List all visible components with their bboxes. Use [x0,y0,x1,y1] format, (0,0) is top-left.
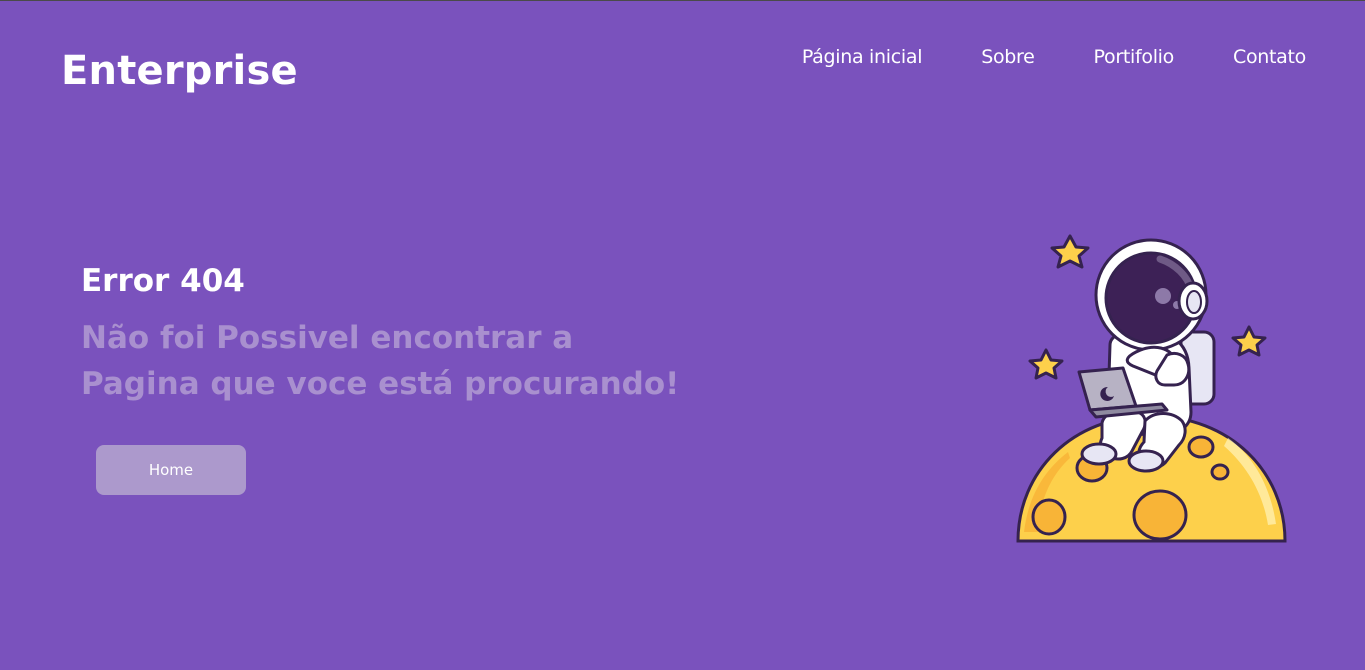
star-icon [1028,348,1064,380]
star-icon [1050,234,1090,269]
page: Enterprise Página inicial Sobre Portifol… [0,0,1365,670]
nav-link-home[interactable]: Página inicial [802,45,923,69]
error-section: Error 404 Não foi Possivel encontrar a P… [81,263,701,407]
star-icon [1231,325,1267,357]
nav-link-about[interactable]: Sobre [981,45,1035,69]
astronaut-illustration [1010,226,1295,551]
site-header: Enterprise Página inicial Sobre Portifol… [0,1,1365,121]
main-nav: Página inicial Sobre Portifolio Contato [802,45,1306,69]
nav-link-contact[interactable]: Contato [1233,45,1306,69]
nav-link-portfolio[interactable]: Portifolio [1094,45,1175,69]
brand-logo[interactable]: Enterprise [61,47,298,95]
error-message: Não foi Possivel encontrar a Pagina que … [81,320,680,402]
home-button[interactable]: Home [96,445,246,495]
astronaut-on-moon-svg [1016,234,1287,543]
error-title: Error 404 [81,263,245,299]
